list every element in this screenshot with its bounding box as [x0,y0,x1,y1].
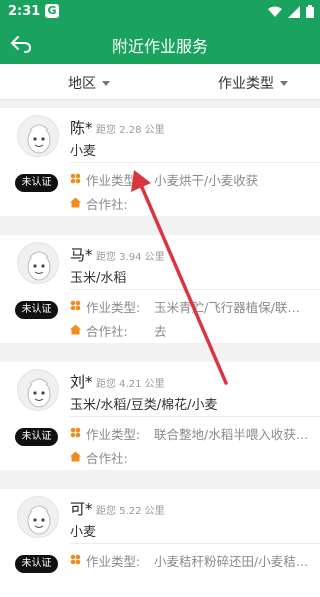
home-icon [70,451,81,462]
uncertified-badge: 未认证 [15,301,58,319]
grid-icon [70,554,81,565]
provider-card[interactable]: 未认证 刘* 距您 4.21 公里 玉米/水稻/豆类/棉花/小麦 作业类型: 联合… [0,362,320,470]
work-type-label: 作业类型: [86,300,141,315]
region-filter-label: 地区 [68,76,96,92]
provider-name: 马* [70,246,93,264]
status-bar: 2:31 G [0,0,320,24]
coop-label: 合作社: [86,324,128,339]
work-type-label: 作业类型: [86,427,141,442]
coop-value: 去 [154,324,167,339]
status-time: 2:31 [8,4,41,19]
provider-card[interactable]: 未认证 马* 距您 3.94 公里 玉米/水稻 作业类型: 玉米青贮/飞行器植保/… [0,235,320,343]
avatar [17,115,59,157]
page-title: 附近作业服务 [111,37,208,56]
provider-card[interactable]: 未认证 陈* 距您 2.28 公里 小麦 作业类型: 小麦烘干/小麦收获 合作社: [0,108,320,216]
provider-distance: 距您 4.21 公里 [96,379,165,390]
provider-crops: 玉米/水稻/豆类/棉花/小麦 [70,398,218,413]
work-type-value: 小麦秸秆粉碎还田/小麦秸… [154,554,309,569]
avatar [17,496,59,538]
coop-row: 合作社: [70,448,154,467]
work-type-row: 作业类型: 玉米青贮/飞行器植保/联… [70,297,310,316]
battery-icon [306,5,314,18]
work-type-value: 玉米青贮/飞行器植保/联… [154,300,300,315]
work-type-row: 作业类型: 小麦烘干/小麦收获 [70,170,310,189]
avatar-figure-icon [27,505,51,535]
status-icons [268,5,314,18]
divider [70,543,320,544]
card-gap [0,343,320,351]
app-notification-icon: G [45,4,59,18]
provider-crops: 小麦 [70,144,97,159]
provider-distance: 距您 2.28 公里 [96,125,165,136]
coop-row: 合作社: [70,194,154,213]
provider-distance: 距您 3.94 公里 [96,252,165,263]
avatar-figure-icon [27,251,51,281]
coop-row: 合作社: 去 [70,321,167,340]
divider [70,289,320,290]
grid-icon [70,300,81,311]
provider-crops: 小麦 [70,525,97,540]
work-type-value: 联合整地/水稻半喂入收获… [154,427,309,442]
uncertified-badge: 未认证 [15,428,58,446]
uncertified-badge: 未认证 [15,174,58,192]
work-type-row: 作业类型: 小麦秸秆粉碎还田/小麦秸… [70,551,310,570]
card-gap [0,470,320,478]
avatar-figure-icon [27,378,51,408]
work-type-row: 作业类型: 联合整地/水稻半喂入收获… [70,424,310,443]
work-type-label: 作业类型: [86,554,141,569]
region-filter[interactable]: 地区 [68,73,110,93]
home-icon [70,197,81,208]
avatar [17,369,59,411]
provider-name: 刘* [70,373,93,391]
grid-icon [70,427,81,438]
home-icon [70,324,81,335]
work-type-filter[interactable]: 作业类型 [218,73,288,93]
provider-distance: 距您 5.22 公里 [96,506,165,517]
card-gap [0,216,320,224]
work-type-label: 作业类型: [86,173,141,188]
provider-crops: 玉米/水稻 [70,271,127,286]
caret-down-icon [280,80,288,86]
divider [70,416,320,417]
avatar [17,242,59,284]
provider-name: 陈* [70,119,93,137]
wifi-icon [268,6,282,17]
coop-label: 合作社: [86,451,128,466]
grid-icon [70,173,81,184]
avatar-figure-icon [27,124,51,154]
app-bar: 附近作业服务 [0,24,320,64]
provider-card[interactable]: 未认证 可* 距您 5.22 公里 小麦 作业类型: 小麦秸秆粉碎还田/小麦秸… [0,489,320,597]
provider-name: 可* [70,500,93,518]
caret-down-icon [102,80,110,86]
work-type-value: 小麦烘干/小麦收获 [154,173,259,188]
divider [70,162,320,163]
filter-bar: 地区 作业类型 [0,64,320,100]
signal-icon [288,5,300,18]
coop-label: 合作社: [86,197,128,212]
uncertified-badge: 未认证 [15,555,58,573]
work-type-filter-label: 作业类型 [218,76,274,92]
